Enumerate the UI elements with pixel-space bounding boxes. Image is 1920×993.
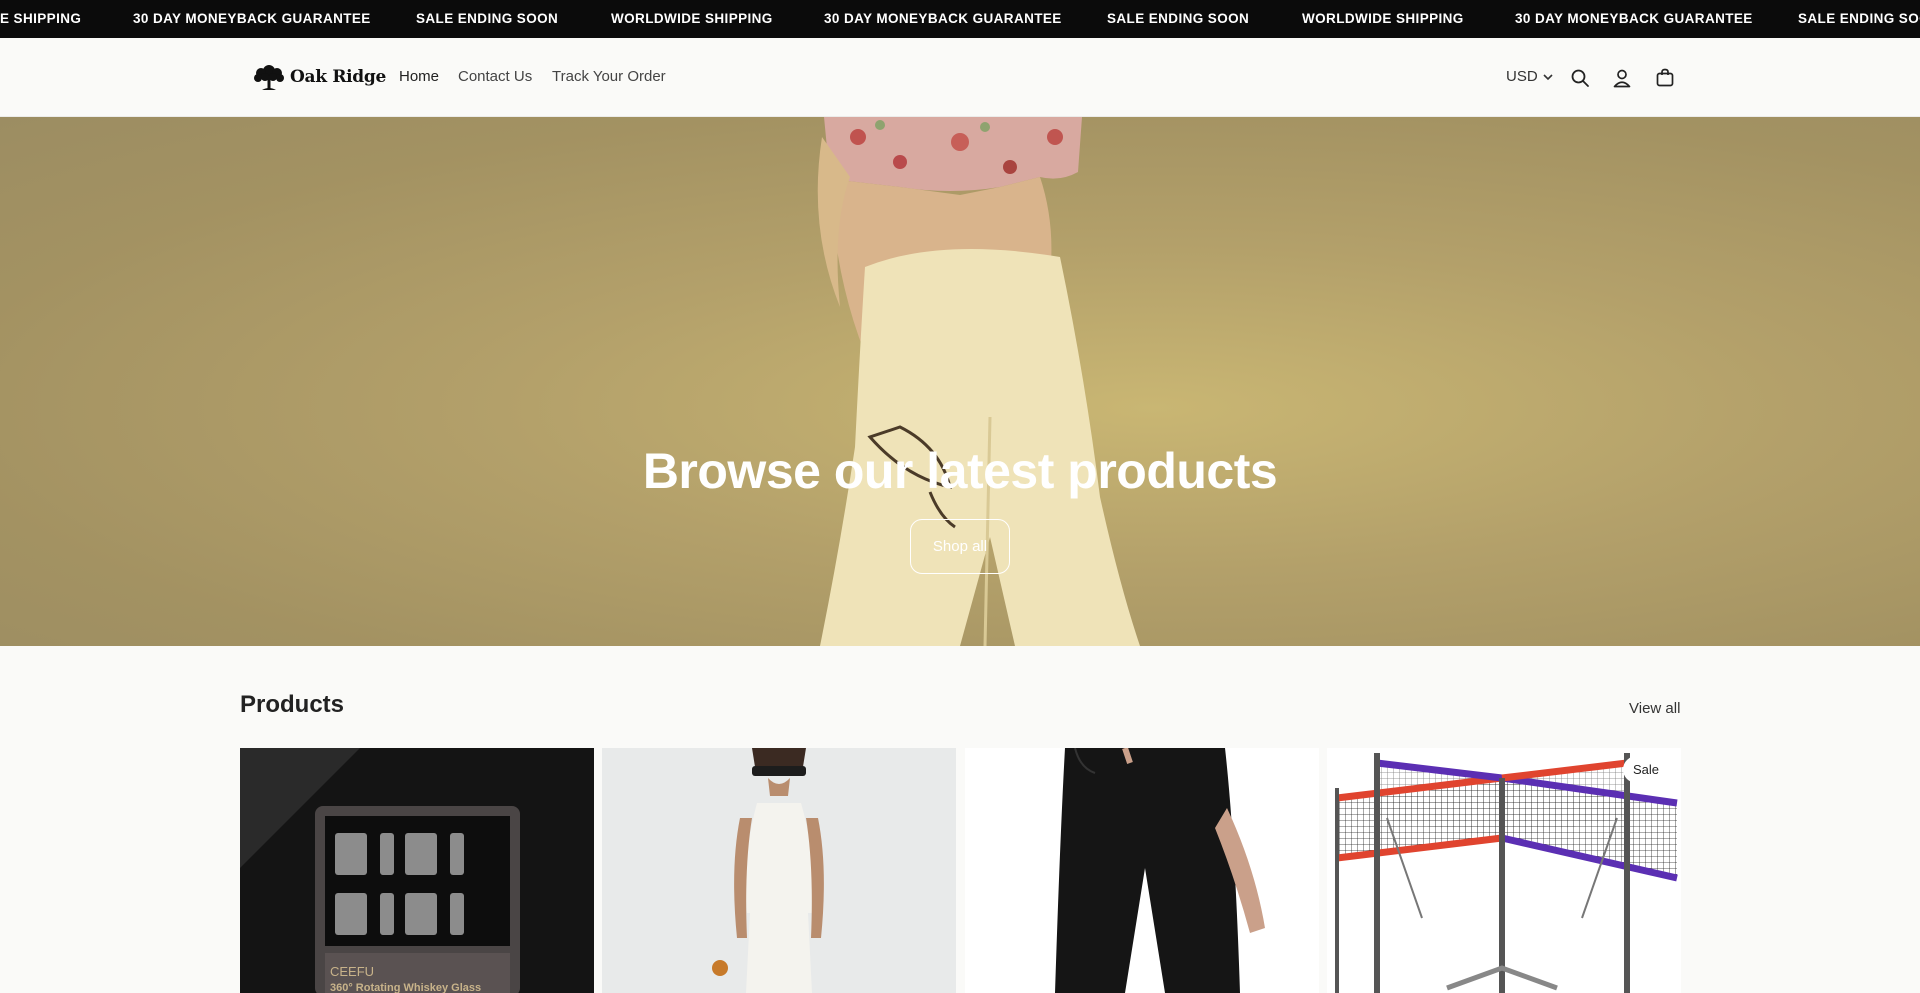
product-card[interactable]	[965, 748, 1319, 993]
product-image-black-pants	[965, 748, 1319, 993]
product-card[interactable]	[602, 748, 956, 993]
product-image-four-way-net	[1327, 748, 1681, 993]
product-image-whiskey-glasses: CEEFU 360° Rotating Whiskey Glass	[240, 748, 594, 993]
product-card[interactable]: CEEFU 360° Rotating Whiskey Glass	[240, 748, 594, 993]
product-card[interactable]: Sale	[1327, 748, 1681, 993]
announcement-bar: E SHIPPING 30 DAY MONEYBACK GUARANTEE SA…	[0, 0, 1920, 38]
announcement-item: E SHIPPING	[0, 11, 82, 26]
view-all-link[interactable]: View all	[1629, 700, 1680, 717]
hero-banner: Browse our latest products Shop all	[0, 117, 1920, 646]
logo[interactable]: Oak Ridge	[252, 62, 386, 92]
search-icon[interactable]	[1569, 67, 1591, 89]
announcement-item: SALE ENDING SOO	[1798, 11, 1920, 26]
currency-selector[interactable]: USD	[1506, 68, 1554, 85]
announcement-item: WORLDWIDE SHIPPING	[611, 11, 773, 26]
nav-contact-us[interactable]: Contact Us	[458, 68, 532, 85]
site-header: Oak Ridge Home Contact Us Track Your Ord…	[0, 38, 1920, 117]
announcement-item: SALE ENDING SOON	[1107, 11, 1250, 26]
chevron-down-icon	[1543, 73, 1553, 80]
announcement-item: SALE ENDING SOON	[416, 11, 559, 26]
account-icon[interactable]	[1611, 67, 1633, 89]
products-heading: Products	[240, 691, 345, 718]
hero-title: Browse our latest products	[642, 443, 1278, 499]
announcement-item: 30 DAY MONEYBACK GUARANTEE	[824, 11, 1062, 26]
oak-tree-icon	[254, 65, 284, 90]
cart-icon[interactable]	[1654, 67, 1676, 89]
logo-text: Oak Ridge	[290, 67, 386, 87]
currency-label: USD	[1506, 68, 1538, 85]
announcement-item: 30 DAY MONEYBACK GUARANTEE	[133, 11, 371, 26]
nav-home[interactable]: Home	[399, 68, 439, 85]
nav-track-order[interactable]: Track Your Order	[552, 68, 666, 85]
product-image-white-outfit	[602, 748, 956, 993]
shop-all-button[interactable]: Shop all	[910, 519, 1010, 574]
product-image-caption: 360° Rotating Whiskey Glass	[330, 982, 481, 993]
sale-badge: Sale	[1622, 756, 1669, 783]
announcement-item: 30 DAY MONEYBACK GUARANTEE	[1515, 11, 1753, 26]
announcement-item: WORLDWIDE SHIPPING	[1302, 11, 1464, 26]
product-image-brand: CEEFU	[330, 964, 374, 979]
